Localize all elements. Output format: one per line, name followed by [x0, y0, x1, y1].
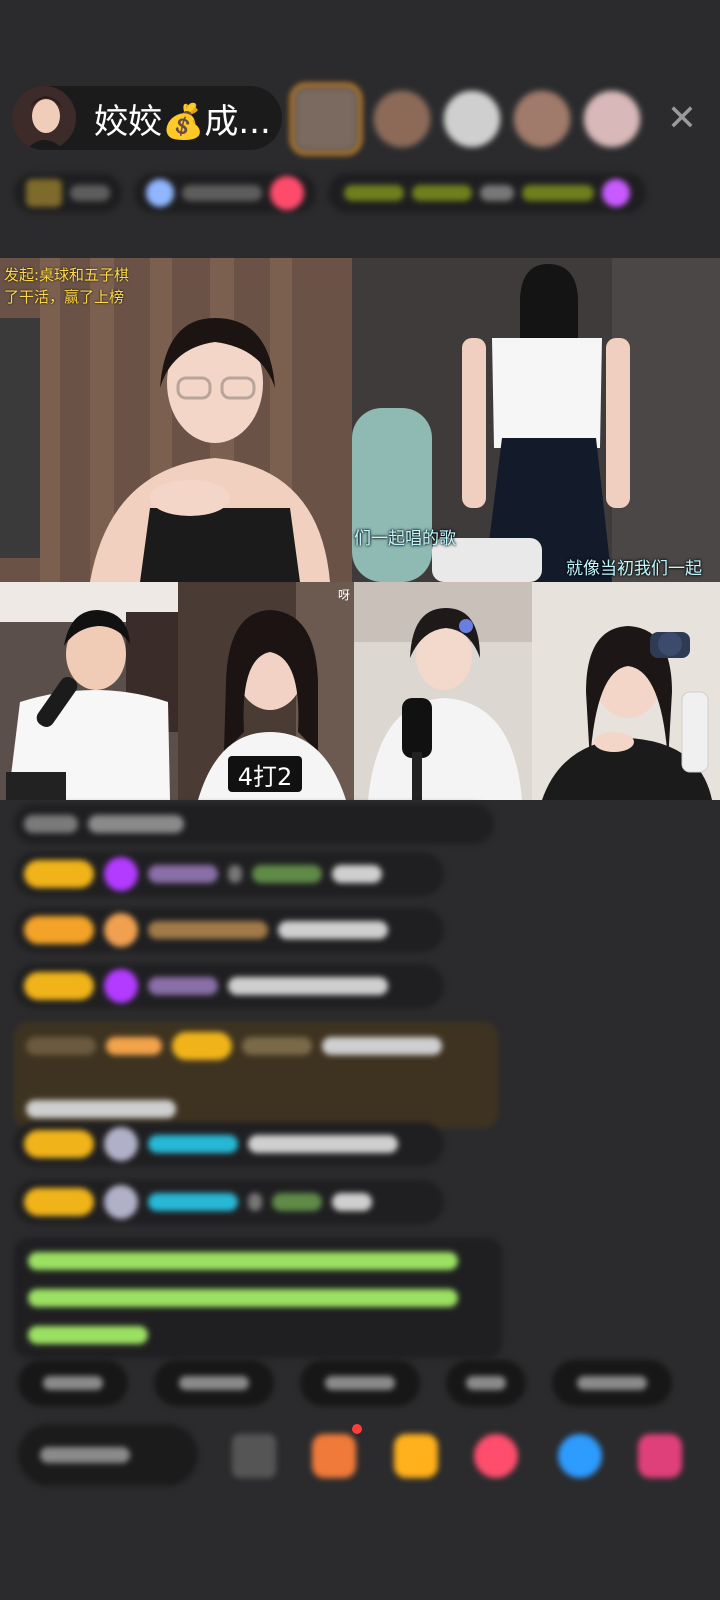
level-badge	[24, 1130, 94, 1158]
gift-box-icon[interactable]	[312, 1434, 356, 1478]
gift-icon[interactable]	[638, 1434, 682, 1478]
multi-guest-video-grid: 发起:桌球和五子棋 了干活，赢了上榜 们一起唱的歌 就像当初我们一起 呀	[0, 258, 720, 800]
video-tile-5[interactable]	[354, 582, 532, 800]
user-avatar-icon	[104, 1185, 138, 1219]
level-badge	[24, 1188, 94, 1216]
bottom-toolbar	[18, 1420, 708, 1490]
chat-message[interactable]	[14, 964, 444, 1008]
tile-2-subtitle-right: 就像当初我们一起	[566, 559, 702, 579]
audience-avatar[interactable]	[290, 83, 362, 155]
tile-1-caption: 发起:桌球和五子棋 了干活，赢了上榜	[4, 266, 130, 306]
diamond-icon	[104, 969, 138, 1003]
quick-reply-chip[interactable]	[18, 1360, 128, 1406]
tile-4-corner-text: 呀	[337, 588, 350, 602]
heart-icon	[270, 176, 304, 210]
audience-avatars[interactable]	[290, 83, 642, 155]
user-avatar-icon	[104, 1127, 138, 1161]
host-info-pill[interactable]: 姣姣💰成...	[12, 86, 282, 150]
quick-reply-chip[interactable]	[552, 1360, 672, 1406]
video-tile-2[interactable]: 们一起唱的歌 就像当初我们一起	[352, 258, 720, 582]
level-badge	[24, 972, 94, 1000]
audience-avatar[interactable]	[582, 89, 642, 149]
chat-message[interactable]	[14, 852, 444, 896]
share-icon[interactable]	[558, 1434, 602, 1478]
video-tile-1[interactable]: 发起:桌球和五子棋 了干活，赢了上榜	[0, 258, 352, 582]
rank-chip[interactable]	[14, 173, 122, 213]
quick-reply-chip[interactable]	[154, 1360, 274, 1406]
quick-reply-chip[interactable]	[300, 1360, 420, 1406]
expand-icon[interactable]	[232, 1434, 276, 1478]
host-name: 姣姣💰成...	[94, 101, 271, 142]
quick-reply-bar[interactable]	[18, 1360, 672, 1406]
battle-status-badge: 4打2	[228, 756, 302, 792]
video-tile-6[interactable]	[532, 582, 720, 800]
chat-message[interactable]	[14, 1180, 444, 1224]
tile-2-subtitle-left: 们一起唱的歌	[354, 529, 456, 549]
diamond-icon	[104, 857, 138, 891]
chat-message[interactable]	[14, 804, 494, 844]
level-badge	[24, 916, 94, 944]
comment-input[interactable]	[18, 1424, 198, 1486]
fans-icon	[146, 179, 174, 207]
quick-reply-chip[interactable]	[446, 1360, 526, 1406]
gift-icon	[602, 179, 630, 207]
chat-message[interactable]	[14, 1122, 444, 1166]
notification-dot	[352, 1424, 362, 1434]
fan-badge-icon	[104, 913, 138, 947]
audience-avatar[interactable]	[442, 89, 502, 149]
fans-chip[interactable]	[134, 173, 316, 213]
system-notice	[14, 1238, 502, 1358]
audience-avatar[interactable]	[512, 89, 572, 149]
level-badge	[24, 860, 94, 888]
chat-message[interactable]	[14, 908, 444, 952]
video-tile-3[interactable]	[0, 582, 178, 800]
close-icon[interactable]: ✕	[662, 98, 702, 139]
coupon-icon[interactable]	[394, 1434, 438, 1478]
audience-avatar[interactable]	[372, 89, 432, 149]
rank-icon	[26, 179, 62, 207]
interaction-icon[interactable]	[474, 1434, 518, 1478]
tags-chip[interactable]	[328, 173, 646, 213]
highlighted-chat-message[interactable]	[14, 1022, 498, 1128]
status-bar-area	[0, 0, 720, 72]
room-info-bar[interactable]	[14, 168, 694, 218]
host-avatar[interactable]	[12, 86, 76, 150]
